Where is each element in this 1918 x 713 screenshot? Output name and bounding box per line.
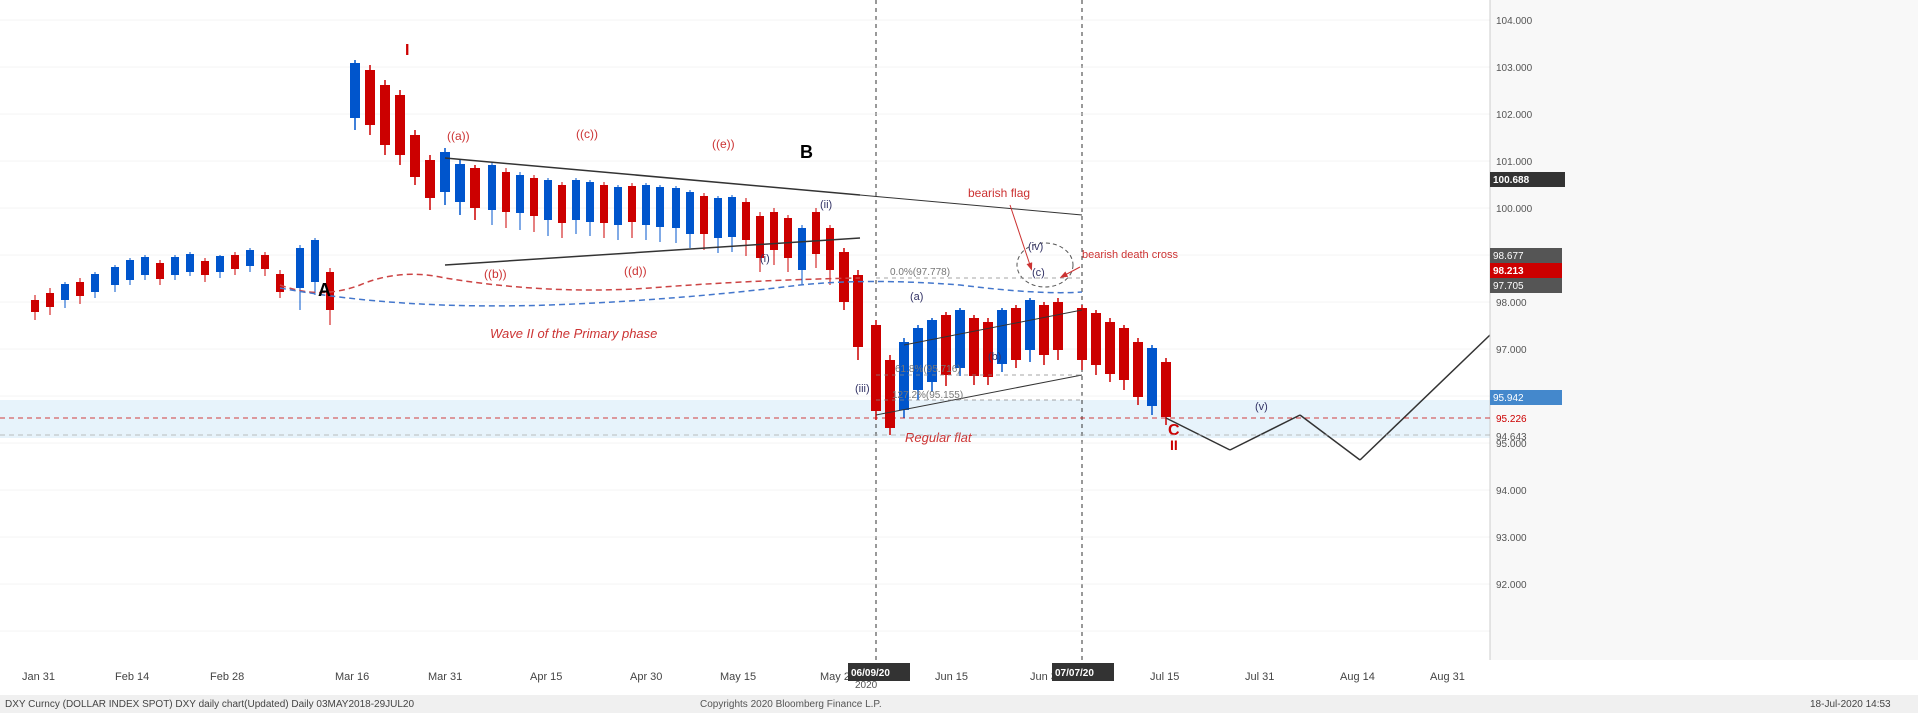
xaxis-jul07: 07/07/20 [1055, 668, 1094, 679]
price-102: 102.000 [1496, 110, 1533, 121]
xaxis-jul31: Jul 31 [1245, 671, 1274, 683]
timestamp-label: 18-Jul-2020 14:53 [1810, 699, 1891, 710]
price-103: 103.000 [1496, 63, 1533, 74]
fib-0-label: 0.0%(97.778) [890, 267, 950, 278]
price-94643: 94.643 [1496, 432, 1527, 443]
price-95942-badge: 95.942 [1493, 393, 1524, 404]
price-97: 97.000 [1496, 345, 1527, 356]
xaxis-aug14: Aug 14 [1340, 671, 1375, 683]
bearish-death-cross-label: bearish death cross [1082, 249, 1178, 261]
fib-618-label: 61.8%(95.716) [895, 364, 961, 375]
wave-ii-text: Wave II of the Primary phase [490, 326, 657, 341]
wave-1-label: I [405, 42, 409, 59]
wave-dd-label: ((d)) [624, 264, 647, 278]
wave-ii-main-label: II [1170, 437, 1178, 453]
price-98: 98.000 [1496, 298, 1527, 309]
wave-a2-label: (a) [910, 291, 923, 303]
xaxis-mar16: Mar 16 [335, 671, 369, 683]
chart-container: I B A ((a)) ((c)) ((e)) ((b)) ((d)) (i) … [0, 0, 1918, 713]
wave-b2-label: (b) [988, 351, 1001, 363]
wave-c2-label: (c) [1032, 267, 1045, 279]
bearish-flag-label: bearish flag [968, 186, 1030, 200]
chart-svg: I B A ((a)) ((c)) ((e)) ((b)) ((d)) (i) … [0, 0, 1918, 713]
wave-b-label: B [800, 142, 813, 162]
price-104: 104.000 [1496, 16, 1533, 27]
xaxis-feb14: Feb 14 [115, 671, 149, 683]
wave-ee-label: ((e)) [712, 137, 735, 151]
wave-a-label: A [318, 280, 331, 300]
wave-v-label: (v) [1255, 401, 1268, 413]
wave-i-label: (i) [760, 253, 770, 265]
xaxis-jun09: 06/09/20 [851, 668, 890, 679]
xaxis-feb28: Feb 28 [210, 671, 244, 683]
wave-iv-label: (iv) [1028, 241, 1043, 253]
price-94: 94.000 [1496, 486, 1527, 497]
xaxis-mar31: Mar 31 [428, 671, 462, 683]
price-95226: 95.226 [1496, 414, 1527, 425]
wave-aa-label: ((a)) [447, 129, 470, 143]
xaxis-jul15: Jul 15 [1150, 671, 1179, 683]
wave-ii-label: (ii) [820, 199, 832, 211]
regular-flat-label: Regular flat [905, 430, 973, 445]
wave-cc-label: ((c)) [576, 127, 598, 141]
xaxis-2020-1: 2020 [855, 680, 878, 691]
xaxis-aug31: Aug 31 [1430, 671, 1465, 683]
xaxis-jan31: Jan 31 [22, 671, 55, 683]
wave-iii-label: (iii) [855, 383, 870, 395]
xaxis-may15: May 15 [720, 671, 756, 683]
xaxis-apr30: Apr 30 [630, 671, 662, 683]
fib-1272-label: 127.2%(95.155) [892, 390, 963, 401]
chart-title-bottom: DXY Curncy (DOLLAR INDEX SPOT) DXY daily… [5, 699, 414, 710]
price-97705-badge: 97.705 [1493, 281, 1524, 292]
price-92: 92.000 [1496, 580, 1527, 591]
price-100: 100.000 [1496, 204, 1533, 215]
price-98213-badge: 98.213 [1493, 266, 1524, 277]
xaxis-jun15: Jun 15 [935, 671, 968, 683]
copyright-label: Copyrights 2020 Bloomberg Finance L.P. [700, 699, 882, 710]
wave-bb-label: ((b)) [484, 267, 507, 281]
price-93: 93.000 [1496, 533, 1527, 544]
xaxis-apr15: Apr 15 [530, 671, 562, 683]
price-101: 101.000 [1496, 157, 1533, 168]
current-price-badge: 100.688 [1493, 175, 1530, 186]
price-98677-badge: 98.677 [1493, 251, 1524, 262]
